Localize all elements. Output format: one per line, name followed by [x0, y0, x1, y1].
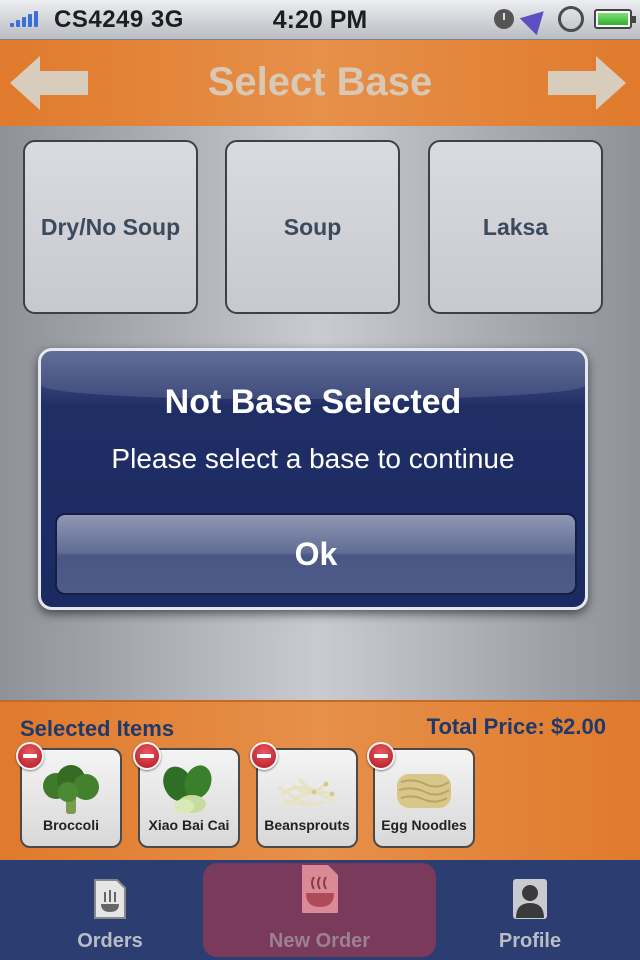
rotation-lock-icon	[558, 6, 584, 32]
base-option-laksa[interactable]: Laksa	[428, 140, 603, 314]
item-name: Xiao Bai Cai	[148, 817, 230, 833]
alert-title: Not Base Selected	[164, 383, 462, 421]
alarm-icon	[494, 9, 514, 29]
selected-items-heading: Selected Items	[20, 716, 175, 741]
remove-icon[interactable]	[16, 742, 44, 770]
selected-items-panel: Selected Items Total Price: $2.00 Brocco…	[0, 700, 640, 860]
alert-dialog: Not Base Selected Please select a base t…	[38, 348, 588, 610]
remove-icon[interactable]	[367, 742, 395, 770]
base-option-soup[interactable]: Soup	[225, 140, 400, 314]
location-icon	[519, 2, 553, 36]
ok-button[interactable]: Ok	[55, 513, 577, 595]
profile-icon	[513, 879, 547, 919]
orders-icon	[94, 879, 126, 919]
beansprouts-icon	[278, 778, 336, 807]
item-name: Egg Noodles	[381, 817, 467, 833]
remove-icon[interactable]	[250, 742, 278, 770]
tab-label: Profile	[498, 930, 562, 952]
status-bar: CS4249 3G 4:20 PM	[0, 0, 640, 40]
alert-message: Please select a base to continue	[111, 443, 515, 474]
egg-noodles-icon	[397, 774, 451, 808]
base-option-dry[interactable]: Dry/No Soup	[23, 140, 198, 314]
tab-profile[interactable]: Profile	[420, 860, 640, 960]
tab-new-order[interactable]: New Order	[203, 863, 436, 957]
tab-label: Orders	[77, 930, 143, 952]
total-price: Total Price: $2.00	[426, 714, 606, 739]
item-name: Broccoli	[42, 817, 99, 833]
next-arrow-icon[interactable]	[548, 56, 626, 110]
item-name: Beansprouts	[264, 817, 350, 833]
tab-label: New Order	[268, 930, 371, 952]
nav-bar: Select Base	[0, 40, 640, 126]
bok-choy-icon	[163, 765, 212, 813]
new-order-icon	[301, 865, 338, 913]
page-title: Select Base	[207, 60, 433, 104]
tab-orders[interactable]: Orders	[0, 860, 220, 960]
broccoli-icon	[43, 765, 99, 814]
remove-icon[interactable]	[133, 742, 161, 770]
battery-icon	[594, 9, 636, 29]
tab-bar: Orders New Order Profile	[0, 860, 640, 960]
